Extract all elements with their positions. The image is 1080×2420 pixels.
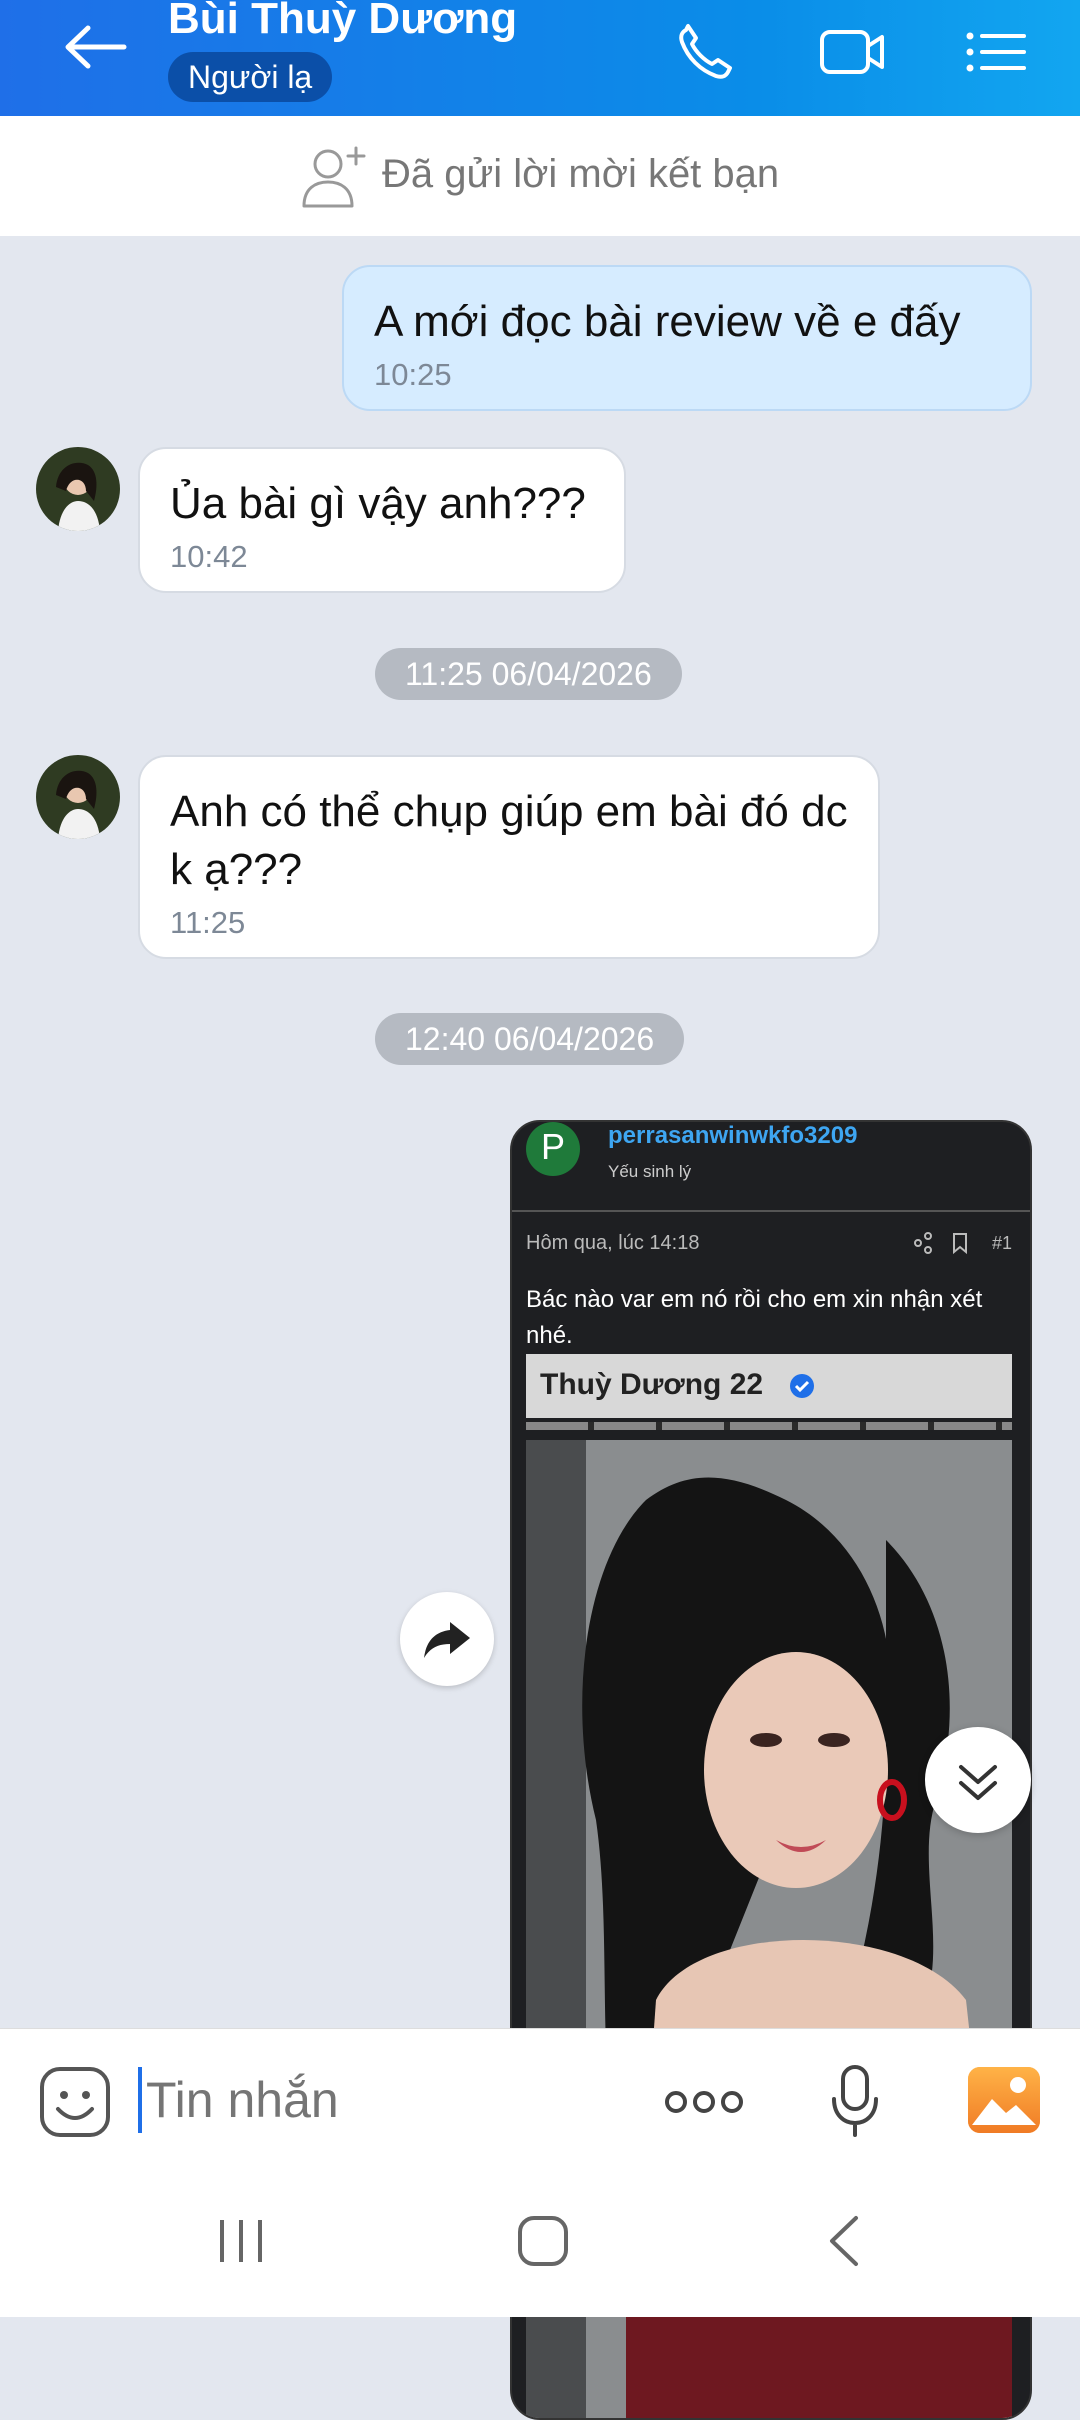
more-icon[interactable]	[662, 2087, 746, 2117]
forward-button[interactable]	[400, 1592, 494, 1686]
post-time: Hôm qua, lúc 14:18	[526, 1232, 700, 1254]
message-bubble-incoming[interactable]: Ủa bài gì vậy anh??? 10:42	[138, 447, 626, 593]
message-composer	[0, 2028, 1080, 2159]
date-separator: 12:40 06/04/2026	[375, 1013, 685, 1065]
message-text: A mới đọc bài review về e đấy	[374, 297, 961, 346]
message-time: 10:42	[170, 539, 248, 574]
share-icon	[912, 1230, 982, 1256]
message-time: 11:25	[170, 905, 246, 940]
microphone-icon[interactable]	[830, 2063, 880, 2139]
system-nav-bar	[0, 2158, 1080, 2317]
message-time: 10:25	[374, 357, 452, 392]
message-bubble-outgoing[interactable]: A mới đọc bài review về e đấy 10:25	[342, 265, 1032, 411]
poster-avatar: P	[526, 1122, 580, 1176]
video-call-icon[interactable]	[818, 22, 888, 82]
message-bubble-incoming[interactable]: Anh có thể chụp giúp em bài đó dc k ạ???…	[138, 755, 880, 959]
verified-badge-icon	[790, 1374, 814, 1398]
friend-request-bar: Đã gửi lời mời kết bạn	[0, 116, 1080, 236]
recent-apps-icon[interactable]	[216, 2216, 266, 2266]
double-chevron-down-icon	[959, 1765, 997, 1800]
poster-title: Yếu sinh lý	[608, 1162, 692, 1181]
message-text: Ủa bài gì vậy anh???	[170, 479, 586, 528]
text-cursor	[138, 2067, 142, 2133]
scroll-to-bottom-button[interactable]	[925, 1727, 1031, 1833]
stranger-badge: Người lạ	[168, 52, 333, 102]
contact-name[interactable]: Bùi Thuỳ Dương	[168, 0, 517, 44]
sticker-icon[interactable]	[38, 2065, 112, 2139]
menu-list-icon[interactable]	[962, 22, 1032, 82]
date-separator: 11:25 06/04/2026	[375, 648, 682, 700]
gallery-icon[interactable]	[966, 2065, 1042, 2135]
add-friend-icon	[302, 146, 366, 208]
phone-icon[interactable]	[672, 22, 742, 82]
arrow-left-icon[interactable]	[62, 22, 132, 72]
friend-request-text: Đã gửi lời mời kết bạn	[382, 152, 780, 196]
post-text: Bác nào var em nó rồi cho em xin nhận xé…	[526, 1286, 983, 1349]
poster-username: perrasanwinwkfo3209	[608, 1122, 858, 1149]
forward-icon	[424, 1622, 470, 1658]
home-icon[interactable]	[516, 2214, 570, 2268]
profile-name: Thuỳ Dương 22	[540, 1368, 764, 1401]
chat-header: Bùi Thuỳ Dương Người lạ	[0, 0, 1080, 116]
back-nav-icon[interactable]	[824, 2214, 864, 2268]
profile-banner: Thuỳ Dương 22	[526, 1354, 1012, 1418]
message-text: Anh có thể chụp giúp em bài đó dc k ạ???	[170, 787, 848, 894]
avatar[interactable]	[36, 447, 120, 531]
message-input[interactable]	[144, 2059, 648, 2141]
post-number: #1	[992, 1233, 1013, 1253]
avatar[interactable]	[36, 755, 120, 839]
